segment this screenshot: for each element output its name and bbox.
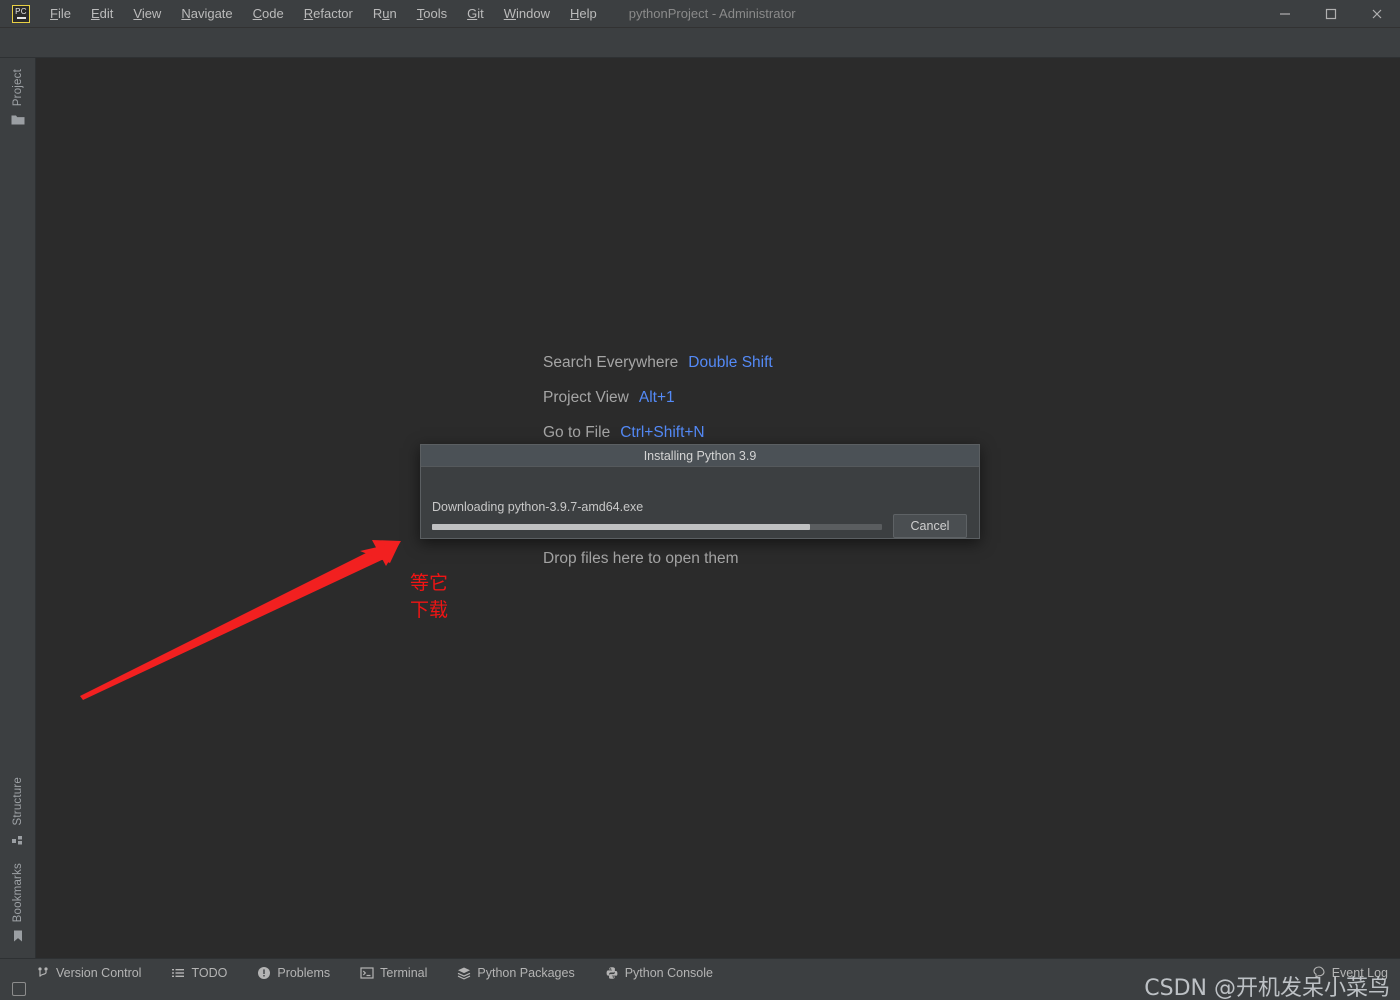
menu-item-window[interactable]: Window (494, 0, 560, 28)
hint-shortcut-label: Alt+1 (638, 389, 675, 406)
status-item-label: Python Console (624, 966, 713, 980)
dialog-body: Downloading python-3.9.7-amd64.exe Cance… (421, 467, 979, 539)
minimize-icon[interactable] (1262, 0, 1308, 28)
window-controls (1262, 0, 1400, 28)
hint-action-label: Project View (543, 389, 629, 406)
menu-item-git[interactable]: Git (457, 0, 494, 28)
dialog-title: Installing Python 3.9 (421, 445, 979, 467)
cancel-button[interactable]: Cancel (893, 514, 967, 538)
status-item-terminal[interactable]: Terminal (360, 966, 427, 980)
download-progress-fill (432, 524, 810, 530)
branch-icon (36, 966, 50, 980)
hint-shortcut-label: Double Shift (688, 354, 773, 371)
list-icon (171, 966, 185, 980)
menu-item-help[interactable]: Help (560, 0, 607, 28)
csdn-watermark: CSDN @开机发呆小菜鸟 (1144, 976, 1390, 1000)
menu-item-code[interactable]: Code (243, 0, 294, 28)
pycharm-logo-text: PC (15, 7, 27, 16)
pycharm-window: PC File Edit View Navigate Code Refactor… (0, 0, 1400, 1000)
status-item-label: Terminal (380, 966, 428, 980)
maximize-icon[interactable] (1308, 0, 1354, 28)
bookmark-icon (10, 928, 26, 944)
download-progress-bar (432, 524, 882, 530)
terminal-icon (360, 966, 374, 980)
menu-item-navigate[interactable]: Navigate (171, 0, 242, 28)
hint-row-search-everywhere: Search Everywhere Double Shift (36, 354, 1400, 372)
pycharm-logo-bar (16, 17, 26, 19)
status-item-problems[interactable]: Problems (257, 966, 330, 980)
pycharm-logo-icon: PC (12, 4, 30, 23)
menu-item-tools[interactable]: Tools (407, 0, 457, 28)
drop-files-text: Drop files here to open them (543, 550, 739, 567)
sidebar-item-structure-label: Structure (12, 777, 24, 826)
sidebar-item-project[interactable]: Project (0, 64, 36, 134)
status-item-todo[interactable]: TODO (171, 966, 227, 980)
menu-item-run[interactable]: Run (363, 0, 407, 28)
layers-icon (457, 966, 471, 980)
warning-icon (257, 966, 271, 980)
left-tool-rail: Project Structure Bookmarks (0, 58, 36, 958)
rail-group-top: Project (0, 64, 36, 138)
hint-shortcut-label: Ctrl+Shift+N (620, 424, 705, 441)
status-item-label: TODO (191, 966, 228, 980)
hint-action-label: Go to File (543, 424, 611, 441)
toolbar-strip (0, 28, 1400, 58)
sidebar-item-bookmarks[interactable]: Bookmarks (0, 858, 36, 950)
hint-action-label: Search Everywhere (543, 354, 679, 371)
hint-row-project-view: Project View Alt+1 (36, 389, 1400, 407)
hint-row-go-to-file: Go to File Ctrl+Shift+N (36, 424, 1400, 442)
menu-bar: File Edit View Navigate Code Refactor Ru… (40, 0, 607, 28)
rail-group-bottom: Structure Bookmarks (0, 772, 36, 954)
title-bar: PC File Edit View Navigate Code Refactor… (0, 0, 1400, 28)
menu-item-file[interactable]: File (40, 0, 81, 28)
sidebar-item-structure[interactable]: Structure (0, 772, 36, 853)
status-bar: Version Control TODO Problems Terminal P… (0, 958, 1400, 1000)
status-item-version-control[interactable]: Version Control (36, 966, 141, 980)
dialog-message: Downloading python-3.9.7-amd64.exe (432, 500, 644, 514)
python-icon (605, 966, 619, 980)
layout-toggle-icon[interactable] (12, 982, 26, 996)
status-item-python-console[interactable]: Python Console (605, 966, 713, 980)
structure-icon (10, 832, 26, 848)
status-item-label: Problems (277, 966, 331, 980)
close-icon[interactable] (1354, 0, 1400, 28)
folder-icon (10, 112, 26, 128)
status-item-python-packages[interactable]: Python Packages (457, 966, 575, 980)
sidebar-item-bookmarks-label: Bookmarks (12, 862, 24, 922)
status-item-label: Python Packages (477, 966, 575, 980)
menu-item-view[interactable]: View (123, 0, 171, 28)
window-title: pythonProject - Administrator (628, 6, 796, 21)
status-item-label: Version Control (56, 966, 142, 980)
annotation-text: 等它 下载 (410, 572, 449, 621)
sidebar-item-project-label: Project (12, 69, 24, 107)
menu-item-refactor[interactable]: Refactor (294, 0, 363, 28)
menu-item-edit[interactable]: Edit (81, 0, 123, 28)
install-python-dialog: Installing Python 3.9 Downloading python… (420, 444, 980, 539)
